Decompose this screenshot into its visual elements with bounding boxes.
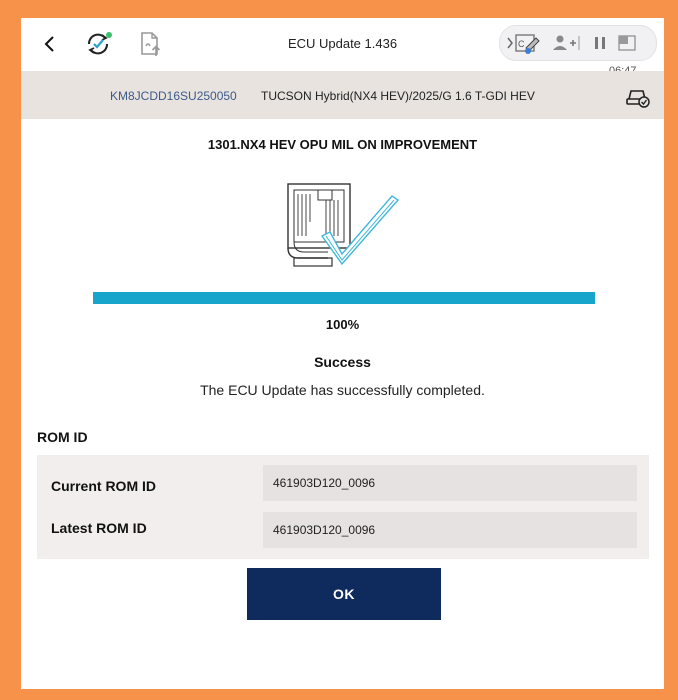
rom-id-panel: Current ROM ID 461903D120_0096 Latest RO…	[37, 455, 649, 559]
ok-button[interactable]: OK	[247, 568, 441, 620]
rom-section-label: ROM ID	[37, 429, 88, 445]
current-rom-value: 461903D120_0096	[263, 465, 637, 501]
current-rom-label: Current ROM ID	[51, 478, 156, 494]
progress-percent: 100%	[325, 317, 360, 332]
vin-number: KM8JCDD16SU250050	[110, 89, 237, 103]
vehicle-info-bar: KM8JCDD16SU250050 TUCSON Hybrid(NX4 HEV)…	[21, 71, 664, 119]
progress-fill	[93, 292, 595, 304]
vehicle-check-icon[interactable]	[625, 85, 651, 109]
status-title: Success	[314, 354, 371, 370]
latest-rom-label: Latest ROM ID	[51, 520, 147, 536]
floating-toolbar: C	[499, 25, 657, 61]
status-message: The ECU Update has successfully complete…	[200, 382, 485, 398]
add-user-icon[interactable]	[548, 26, 588, 60]
app-window: ECU Update 1.436 C KM8JCDD16SU250050 TUC…	[21, 18, 664, 689]
pause-icon[interactable]	[588, 26, 612, 60]
ecu-success-icon	[280, 178, 404, 270]
update-title: 1301.NX4 HEV OPU MIL ON IMPROVEMENT	[207, 137, 478, 152]
top-bar: ECU Update 1.436 C	[21, 18, 664, 77]
progress-bar	[93, 292, 595, 304]
latest-rom-value: 461903D120_0096	[263, 512, 637, 548]
screenshot-edit-icon[interactable]: C	[500, 26, 548, 60]
svg-text:C: C	[518, 39, 525, 49]
vehicle-model: TUCSON Hybrid(NX4 HEV)/2025/G 1.6 T-GDI …	[261, 89, 535, 103]
window-icon[interactable]	[612, 26, 642, 60]
